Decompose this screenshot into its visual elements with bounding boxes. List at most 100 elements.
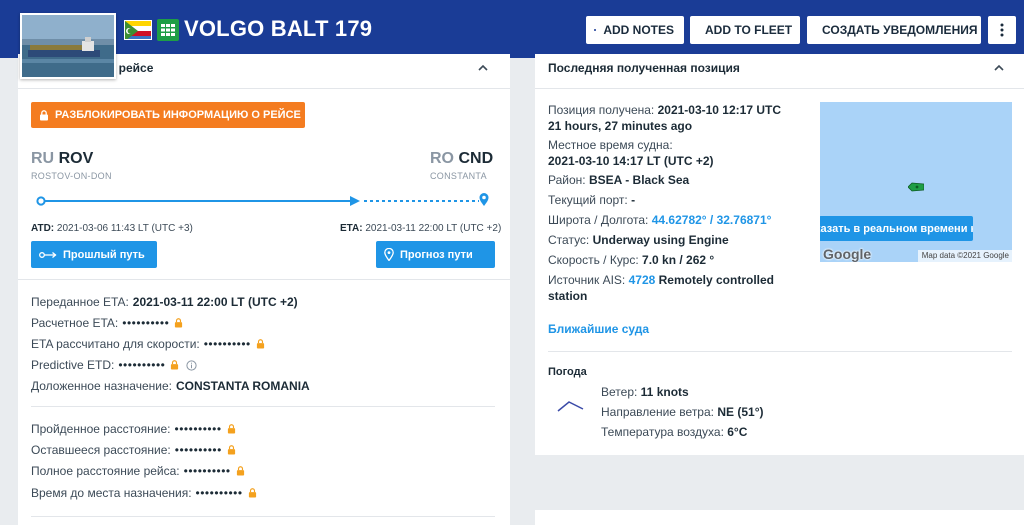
lock-icon[interactable] [236, 466, 245, 476]
atd-value: 2021-03-06 11:43 LT (UTC +3) [56, 223, 193, 234]
arrival-code: CND [458, 150, 494, 167]
air-temperature-row: Температура воздуха: 6°C [601, 424, 747, 440]
distance-remaining-hidden: •••••••••• [174, 443, 222, 457]
add-to-fleet-button[interactable]: ADD TO FLEET [690, 16, 800, 44]
area-row: Район: BSEA - Black Sea [548, 172, 689, 188]
track-icon [39, 251, 57, 258]
calculated-eta-row: Расчетное ETA: •••••••••• [31, 315, 183, 331]
more-options-button[interactable] [988, 16, 1016, 44]
position-received-row: Позиция получена: 2021-03-10 12:17 UTC [548, 102, 781, 118]
time-to-destination-row: Время до места назначения: •••••••••• [31, 485, 257, 501]
past-track-label: Прошлый путь [63, 248, 145, 261]
atd-label: ATD: [31, 223, 55, 234]
position-received-value: 2021-03-10 12:17 UTC [657, 103, 781, 117]
wind-label: Ветер: [601, 385, 638, 399]
unlock-voyage-button[interactable]: РАЗБЛОКИРОВАТЬ ИНФОРМАЦИЮ О РЕЙСЕ [31, 102, 305, 128]
eta-line: ETA: 2021-03-11 22:00 LT (UTC +2) [340, 223, 501, 234]
eta-label: ETA: [340, 223, 363, 234]
add-note-icon [594, 29, 597, 31]
ais-source-value: Remotely controlled [658, 273, 774, 287]
total-distance-row: Полное расстояние рейса: •••••••••• [31, 463, 245, 479]
lock-icon[interactable] [227, 445, 236, 455]
status-value: Underway using Engine [592, 233, 729, 247]
calculated-eta-label: Расчетное ETA: [31, 316, 119, 330]
wind-direction-label: Направление ветра: [601, 405, 714, 419]
total-distance-label: Полное расстояние рейса: [31, 464, 180, 478]
lock-icon[interactable] [170, 360, 179, 370]
nearby-vessels-link[interactable]: Ближайшие суда [548, 322, 649, 336]
status-label: Статус: [548, 233, 590, 247]
create-alert-label: СОЗДАТЬ УВЕДОМЛЕНИЯ [822, 23, 978, 37]
weather-title: Погода [548, 366, 587, 378]
departure-port[interactable]: RU ROV [31, 150, 93, 168]
section-divider [548, 351, 1012, 352]
voyage-info-card: о рейсе РАЗБЛОКИРОВАТЬ ИНФОРМАЦИЮ О РЕЙС… [18, 54, 510, 525]
current-port-label: Текущий порт: [548, 193, 628, 207]
arrival-port[interactable]: RO CND [430, 150, 493, 168]
latlon-label: Широта / Долгота: [548, 213, 649, 227]
next-section-card [535, 510, 1024, 525]
air-temperature-label: Температура воздуха: [601, 425, 724, 439]
time-to-destination-hidden: •••••••••• [195, 486, 243, 500]
departure-port-name: ROSTOV-ON-DON [31, 171, 112, 181]
latlon-row: Широта / Долгота: 44.62782° / 32.76871° [548, 212, 771, 228]
destination-row: Доложенное назначение: CONSTANTA ROMANIA [31, 378, 310, 394]
distance-remaining-label: Оставшееся расстояние: [31, 443, 171, 457]
add-to-fleet-label: ADD TO FLEET [705, 23, 793, 37]
lock-icon[interactable] [174, 318, 183, 328]
show-live-map-button[interactable]: казать в реальном времени на кар [820, 216, 973, 241]
position-card-title: Последняя полученная позиция [548, 61, 740, 75]
past-track-button[interactable]: Прошлый путь [31, 241, 157, 268]
distance-travelled-hidden: •••••••••• [174, 422, 222, 436]
chevron-up-icon[interactable] [993, 62, 1005, 74]
lock-icon[interactable] [227, 424, 236, 434]
wind-direction-row: Направление ветра: NE (51°) [601, 404, 764, 420]
latlon-link[interactable]: 44.62782° / 32.76871° [652, 213, 772, 227]
distance-remaining-row: Оставшееся расстояние: •••••••••• [31, 442, 236, 458]
eta-speed-row: ETA рассчитано для скорости: •••••••••• [31, 336, 265, 352]
position-map[interactable]: казать в реальном времени на кар Google … [820, 102, 1012, 262]
destination-label: Доложенное назначение: [31, 379, 172, 393]
create-alert-button[interactable]: СОЗДАТЬ УВЕДОМЛЕНИЯ [807, 16, 981, 44]
air-temperature-value: 6°C [727, 425, 748, 439]
more-vertical-icon [1000, 23, 1004, 37]
atd-line: ATD: 2021-03-06 11:43 LT (UTC +3) [31, 223, 193, 234]
wind-value: 11 knots [640, 385, 689, 399]
wind-row: Ветер: 11 knots [601, 384, 689, 400]
position-card-header[interactable]: Последняя полученная позиция [535, 54, 1024, 89]
route-forecast-button[interactable]: Прогноз пути [376, 241, 495, 268]
arrival-port-name: CONSTANTA [430, 171, 487, 181]
add-notes-button[interactable]: ADD NOTES [586, 16, 684, 44]
vessel-marker-icon[interactable] [908, 182, 924, 192]
map-attribution[interactable]: Map data ©2021 Google [917, 250, 1012, 262]
eta-speed-hidden: •••••••••• [203, 337, 251, 351]
speed-course-row: Скорость / Курс: 7.0 kn / 262 ° [548, 252, 714, 268]
total-distance-hidden: •••••••••• [183, 464, 231, 478]
area-label: Район: [548, 173, 586, 187]
section-divider [31, 406, 495, 407]
current-port-row: Текущий порт: - [548, 192, 635, 208]
ais-source-row-cont: station [548, 288, 587, 304]
show-live-map-label: казать в реальном времени на кар [820, 222, 973, 235]
chevron-up-icon[interactable] [477, 62, 489, 74]
destination-value: CONSTANTA ROMANIA [175, 379, 310, 393]
position-received-ago: 21 hours, 27 minutes ago [548, 118, 692, 134]
local-time-label: Местное время судна: [548, 138, 673, 152]
predictive-etd-hidden: •••••••••• [118, 358, 166, 372]
current-port-value: - [631, 193, 636, 207]
vessel-photo[interactable] [20, 13, 116, 79]
status-row: Статус: Underway using Engine [548, 232, 729, 248]
departure-code: ROV [58, 150, 94, 167]
ais-station-link[interactable]: 4728 [629, 273, 656, 287]
google-logo: Google [823, 246, 872, 262]
predictive-etd-label: Predictive ETD: [31, 358, 115, 372]
lock-icon[interactable] [256, 339, 265, 349]
area-value: BSEA - Black Sea [588, 173, 690, 187]
lock-icon[interactable] [248, 488, 257, 498]
speed-course-label: Скорость / Курс: [548, 253, 639, 267]
eta-speed-label: ETA рассчитано для скорости: [31, 337, 200, 351]
info-icon[interactable] [186, 359, 197, 371]
ais-source-row: Источник AIS: 4728 Remotely controlled [548, 272, 774, 288]
calculated-eta-hidden: •••••••••• [122, 316, 170, 330]
reported-eta-value: 2021-03-11 22:00 LT (UTC +2) [132, 295, 298, 309]
